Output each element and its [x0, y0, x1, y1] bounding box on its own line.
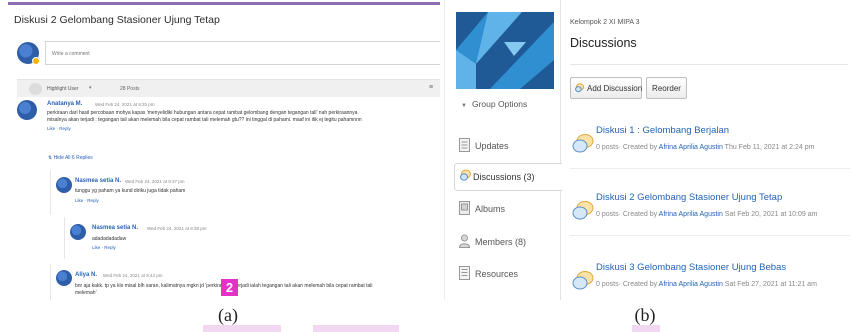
page-title: Discussions	[570, 36, 637, 50]
divider	[570, 168, 850, 169]
divider	[570, 64, 848, 65]
author-avatar	[17, 100, 37, 120]
caption-b: (b)	[634, 305, 656, 325]
created-by-label: · Created by	[618, 144, 659, 151]
group-options-label: Group Options	[471, 99, 528, 109]
divider	[570, 235, 850, 236]
discussion-item: Diskusi 3 Gelombang Stasioner Ujung Beba…	[570, 262, 850, 312]
group-sidebar: ▼ Group Options Updates Discussions (3) A…	[444, 0, 564, 300]
post-count: 0 posts	[596, 144, 619, 151]
created-by-label: · Created by	[618, 211, 659, 218]
sidebar-item-label: Discussions (3)	[473, 172, 535, 182]
reply: Nasmea setia N. Wed Feb 24, 2021 at 9:38…	[64, 217, 440, 259]
reply-author[interactable]: Nasmea setia N.	[92, 225, 138, 231]
like-reply-links[interactable]: Like · Reply	[47, 126, 71, 131]
created-date: Sat Feb 20, 2021 at 10:09 am	[722, 211, 818, 218]
chat-bubble-icon	[575, 83, 584, 93]
reply-text: melemah'	[75, 290, 97, 296]
album-icon	[459, 201, 470, 215]
files-icon	[459, 266, 470, 280]
discussion-title: Diskusi 2 Gelombang Stasioner Ujung Teta…	[14, 14, 220, 26]
created-by-label: · Created by	[618, 281, 659, 288]
thread-toolbar: Highlight User ▾ 28 Posts ≡	[17, 79, 440, 97]
reorder-button[interactable]: Reorder	[646, 77, 687, 99]
author-link[interactable]: Afrina Aprilia Agustin	[659, 144, 723, 151]
discussion-meta: 0 posts· Created by Afrina Aprilia Agust…	[596, 144, 814, 151]
discussion-title-link[interactable]: Diskusi 3 Gelombang Stasioner Ujung Beba…	[596, 262, 786, 273]
post: Anatanya M. Wed Feb 24, 2021 at 9:25 pm …	[17, 100, 440, 146]
caption-highlight	[632, 325, 660, 332]
sidebar-item-members[interactable]: Members (8)	[445, 229, 561, 257]
reply: Aliya N. Wed Feb 24, 2021 at 9:42 pm bnr…	[50, 264, 440, 300]
reply-author[interactable]: Nasmea setia N.	[75, 178, 121, 184]
author-avatar	[56, 177, 72, 193]
menu-icon[interactable]: ≡	[429, 84, 433, 91]
discussion-item: Diskusi 2 Gelombang Stasioner Ujung Teta…	[570, 192, 850, 242]
discussion-thread-panel: Diskusi 2 Gelombang Stasioner Ujung Teta…	[4, 0, 440, 300]
like-reply-links[interactable]: Like · Reply	[92, 245, 116, 250]
post-author[interactable]: Anatanya M.	[47, 101, 82, 107]
discussions-main: Kelompok 2 XI MIPA 3 Discussions Add Dis…	[562, 0, 854, 300]
sidebar-item-label: Updates	[475, 141, 509, 151]
sidebar-item-label: Resources	[475, 269, 519, 279]
hide-replies-link[interactable]: ⇅ Hide All 6 Replies	[48, 155, 93, 161]
discussion-bubbles-icon	[572, 271, 594, 290]
user-filter-avatar	[29, 83, 42, 95]
like-reply-links[interactable]: Like · Reply	[75, 198, 99, 203]
online-badge-icon	[32, 57, 40, 65]
caption-a: (a)	[218, 305, 238, 325]
sidebar-item-updates[interactable]: Updates	[445, 133, 561, 161]
caption-highlight	[313, 325, 399, 332]
author-avatar	[70, 224, 86, 240]
discussion-item: Diskusi 1 : Gelombang Berjalan 0 posts· …	[570, 125, 850, 175]
sidebar-item-resources[interactable]: Resources	[445, 261, 561, 289]
sidebar-item-discussions[interactable]: Discussions (3)	[454, 163, 564, 191]
reply-author[interactable]: Aliya N.	[75, 272, 97, 278]
reply-date: Wed Feb 24, 2021 at 9:37 pm	[125, 179, 185, 184]
post-count: 0 posts	[596, 281, 619, 288]
step-number-badge: 2	[221, 279, 238, 296]
chevron-down-icon[interactable]: ▾	[89, 85, 92, 91]
discussion-meta: 0 posts· Created by Afrina Aprilia Agust…	[596, 211, 817, 218]
comment-input[interactable]	[46, 43, 440, 65]
comment-box[interactable]	[45, 41, 440, 65]
document-icon	[459, 138, 470, 152]
add-discussion-label: Add Discussion	[587, 83, 643, 93]
discussion-bubbles-icon	[572, 134, 594, 153]
author-avatar	[56, 270, 72, 286]
person-icon	[459, 234, 470, 248]
discussion-meta: 0 posts· Created by Afrina Aprilia Agust…	[596, 281, 817, 288]
reply-text: tunggu yg paham ya kund diriku juga tida…	[75, 188, 186, 194]
discussion-bubbles-icon	[572, 201, 594, 220]
discussion-title-link[interactable]: Diskusi 1 : Gelombang Berjalan	[596, 125, 729, 136]
sidebar-item-albums[interactable]: Albums	[445, 196, 561, 224]
reply-date: Wed Feb 24, 2021 at 9:38 pm	[147, 226, 207, 231]
group-options-toggle[interactable]: ▼ Group Options	[461, 99, 527, 109]
post-date: Wed Feb 24, 2021 at 9:25 pm	[95, 102, 155, 107]
breadcrumb[interactable]: Kelompok 2 XI MIPA 3	[570, 19, 640, 26]
top-accent-line	[8, 2, 440, 5]
posts-count: 28 Posts	[120, 86, 140, 92]
group-logo	[456, 12, 554, 89]
post-count: 0 posts	[596, 211, 619, 218]
created-date: Thu Feb 11, 2021 at 2:24 pm	[722, 144, 815, 151]
sidebar-item-label: Albums	[475, 204, 506, 214]
author-link[interactable]: Afrina Aprilia Agustin	[659, 211, 723, 218]
chat-bubble-icon	[460, 169, 471, 181]
caption-highlight	[203, 325, 281, 332]
reply: Nasmea setia N. Wed Feb 24, 2021 at 9:37…	[50, 170, 440, 215]
author-link[interactable]: Afrina Aprilia Agustin	[659, 281, 723, 288]
created-date: Sat Feb 27, 2021 at 11:21 am	[722, 281, 817, 288]
triangle-down-icon: ▼	[461, 103, 467, 109]
add-discussion-button[interactable]: Add Discussion	[570, 77, 642, 99]
highlight-user-dropdown[interactable]: Highlight User	[47, 86, 78, 92]
reply-date: Wed Feb 24, 2021 at 9:42 pm	[103, 273, 163, 278]
discussion-title-link[interactable]: Diskusi 2 Gelombang Stasioner Ujung Teta…	[596, 192, 782, 203]
post-text-line: misalnya akan terjadi : tegangan tali ak…	[47, 117, 362, 123]
reply-text: adadadadadaw	[92, 236, 127, 242]
sidebar-item-label: Members (8)	[475, 237, 527, 247]
